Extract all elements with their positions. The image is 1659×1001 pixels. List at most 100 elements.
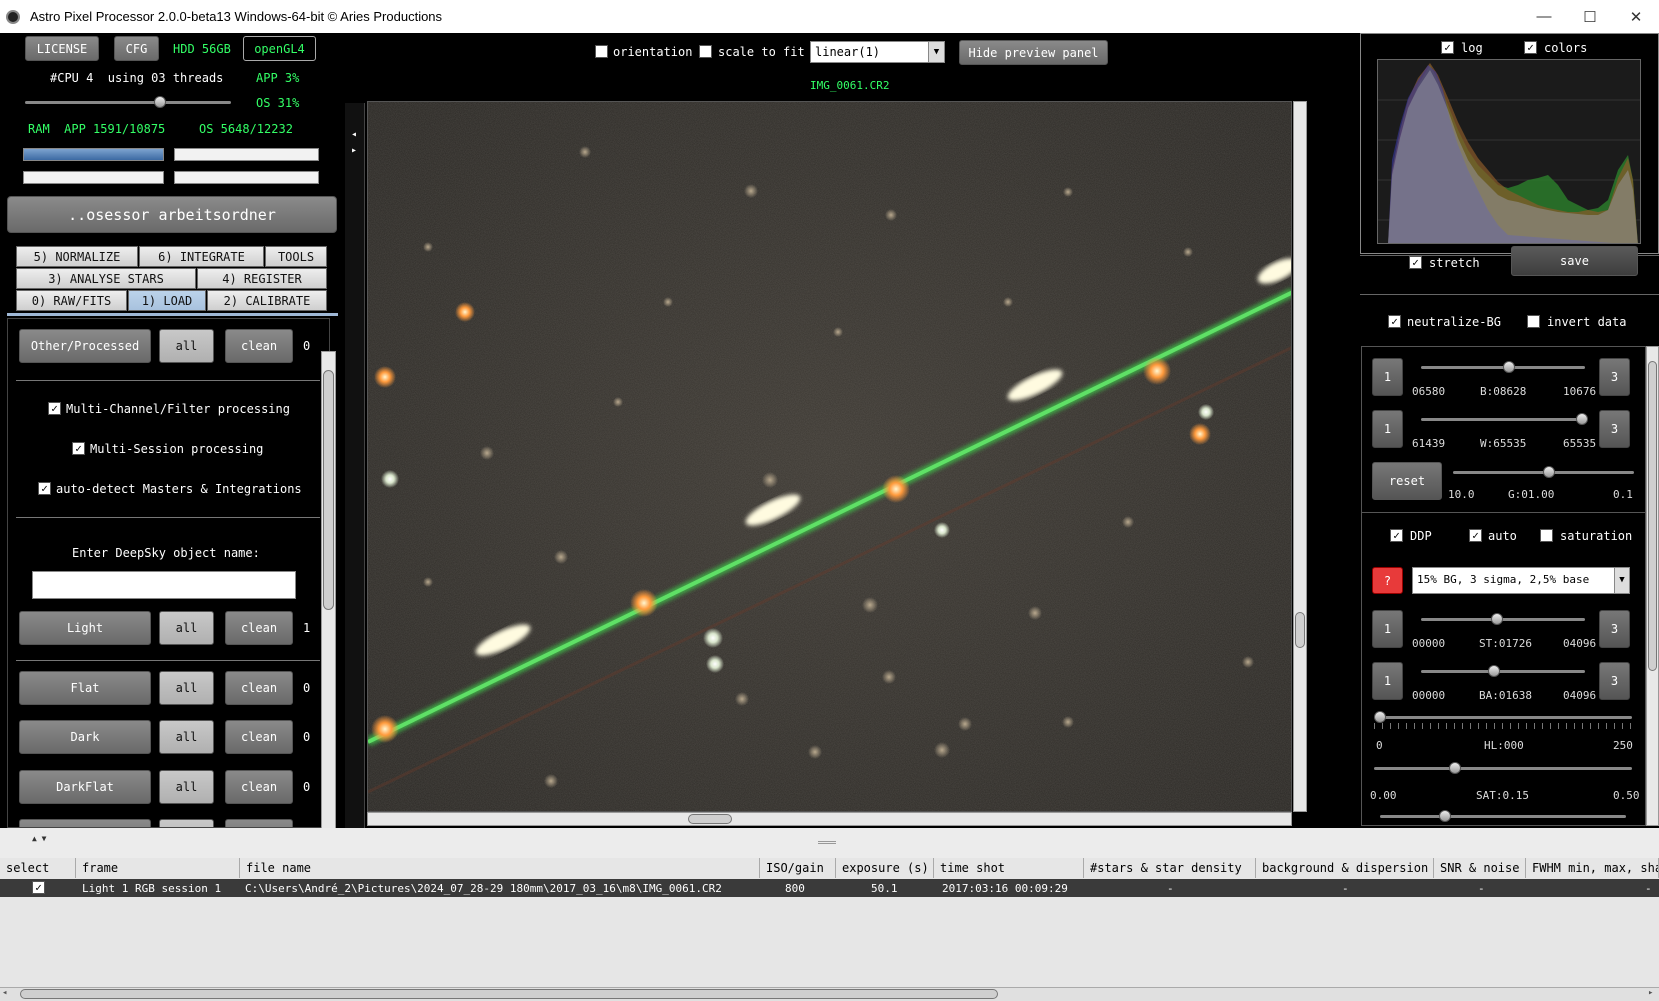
stretch-checkbox[interactable]: ✓ [1409, 256, 1422, 269]
col-exposure[interactable]: exposure (s) [836, 858, 934, 878]
col-stars[interactable]: #stars & star density [1084, 858, 1256, 878]
colors-checkbox[interactable]: ✓ [1524, 41, 1537, 54]
ba-increase-button[interactable]: 3 [1599, 662, 1630, 700]
sat-slider-knob[interactable] [1449, 762, 1461, 774]
neutralize-bg-checkbox[interactable]: ✓ [1388, 315, 1401, 328]
deepsky-input[interactable] [32, 571, 296, 599]
extra-slider-knob[interactable] [1439, 810, 1451, 822]
chevron-down-icon[interactable]: ▼ [1614, 568, 1629, 593]
col-iso[interactable]: ISO/gain [760, 858, 836, 878]
autodetect-checkbox[interactable]: ✓ [38, 482, 51, 495]
bias-button-partial[interactable] [19, 819, 151, 827]
chevron-left-icon[interactable]: ◂ [351, 129, 357, 140]
col-background[interactable]: background & dispersion [1256, 858, 1434, 878]
left-scrollbar[interactable] [321, 351, 336, 861]
darkflat-clean-button[interactable]: clean [225, 770, 293, 804]
multichannel-checkbox[interactable]: ✓ [48, 402, 61, 415]
splitter-arrows-icon[interactable]: ▲ ▼ [32, 834, 46, 843]
b-increase-button[interactable]: 3 [1599, 358, 1630, 396]
table-hscroll[interactable]: ◂ ▸ [0, 987, 1659, 1001]
cfg-button[interactable]: CFG [114, 36, 159, 61]
col-frame[interactable]: frame [76, 858, 240, 878]
chevron-right-icon[interactable]: ▸ [351, 145, 357, 156]
preview-image[interactable] [367, 101, 1292, 812]
ba-decrease-button[interactable]: 1 [1372, 662, 1403, 700]
other-all-button[interactable]: all [159, 329, 214, 363]
splitter-grip-icon[interactable] [818, 841, 836, 844]
ba-slider-knob[interactable] [1488, 665, 1500, 677]
tab-normalize[interactable]: 5) NORMALIZE [16, 246, 138, 267]
hl-slider-knob[interactable] [1374, 711, 1386, 723]
other-processed-button[interactable]: Other/Processed [19, 329, 151, 363]
maximize-button[interactable]: ☐ [1567, 0, 1613, 33]
dark-all-button[interactable]: all [159, 720, 214, 754]
ddp-mode-select[interactable]: 15% BG, 3 sigma, 2,5% base ▼ [1412, 567, 1630, 594]
flat-clean-button[interactable]: clean [225, 671, 293, 705]
invert-data-checkbox[interactable] [1527, 315, 1540, 328]
st-decrease-button[interactable]: 1 [1372, 610, 1403, 648]
preview-vscroll-thumb[interactable] [1295, 612, 1305, 648]
save-button[interactable]: save [1511, 246, 1638, 276]
collapse-panel-strip[interactable]: ◂ ▸ [345, 103, 365, 828]
other-clean-button[interactable]: clean [225, 329, 293, 363]
col-snr[interactable]: SNR & noise [1434, 858, 1526, 878]
darkflat-all-button[interactable]: all [159, 770, 214, 804]
bias-clean-button-partial[interactable] [225, 819, 293, 827]
light-all-button[interactable]: all [159, 611, 214, 645]
col-file-name[interactable]: file name [240, 858, 760, 878]
w-slider[interactable] [1421, 418, 1585, 421]
right-scrollbar-thumb[interactable] [1648, 361, 1657, 671]
b-slider-knob[interactable] [1503, 361, 1515, 373]
st-increase-button[interactable]: 3 [1599, 610, 1630, 648]
opengl-button[interactable]: openGL4 [243, 36, 316, 61]
w-decrease-button[interactable]: 1 [1372, 410, 1403, 448]
w-slider-knob[interactable] [1576, 413, 1588, 425]
st-slider[interactable] [1421, 618, 1585, 621]
tab-load[interactable]: 1) LOAD [128, 290, 206, 311]
left-scrollbar-thumb[interactable] [323, 370, 334, 610]
threads-slider[interactable] [25, 101, 231, 104]
working-directory-button[interactable]: ..osessor arbeitsordner [7, 196, 337, 233]
flat-all-button[interactable]: all [159, 671, 214, 705]
hide-preview-button[interactable]: Hide preview panel [959, 40, 1108, 65]
sat-slider[interactable] [1374, 767, 1632, 770]
row-select-checkbox[interactable]: ✓ [32, 881, 45, 894]
tab-analyse-stars[interactable]: 3) ANALYSE STARS [16, 268, 196, 289]
multisession-checkbox[interactable]: ✓ [72, 442, 85, 455]
stretch-mode-select[interactable]: linear(1) ▼ [810, 41, 945, 63]
col-select[interactable]: select [0, 858, 76, 878]
license-button[interactable]: LICENSE [25, 36, 99, 61]
tab-tools[interactable]: TOOLS [265, 246, 327, 267]
reset-button[interactable]: reset [1372, 462, 1442, 500]
w-increase-button[interactable]: 3 [1599, 410, 1630, 448]
ddp-help-button[interactable]: ? [1372, 567, 1403, 594]
tab-raw-fits[interactable]: 0) RAW/FITS [16, 290, 127, 311]
light-clean-button[interactable]: clean [225, 611, 293, 645]
minimize-button[interactable]: — [1521, 0, 1567, 33]
scale-to-fit-checkbox[interactable] [699, 45, 712, 58]
chevron-down-icon[interactable]: ▼ [928, 42, 944, 62]
ba-slider[interactable] [1421, 670, 1585, 673]
right-scrollbar[interactable] [1646, 346, 1659, 826]
darkflat-button[interactable]: DarkFlat [19, 770, 151, 804]
light-button[interactable]: Light [19, 611, 151, 645]
scroll-right-icon[interactable]: ▸ [1648, 988, 1653, 998]
dark-clean-button[interactable]: clean [225, 720, 293, 754]
log-checkbox[interactable]: ✓ [1441, 41, 1454, 54]
preview-vscroll[interactable] [1293, 101, 1307, 812]
tab-calibrate[interactable]: 2) CALIBRATE [207, 290, 327, 311]
scroll-left-icon[interactable]: ◂ [2, 988, 7, 998]
saturation-checkbox[interactable] [1540, 529, 1553, 542]
bias-all-button-partial[interactable] [159, 819, 214, 827]
st-slider-knob[interactable] [1491, 613, 1503, 625]
ddp-checkbox[interactable]: ✓ [1390, 529, 1403, 542]
dark-button[interactable]: Dark [19, 720, 151, 754]
flat-button[interactable]: Flat [19, 671, 151, 705]
tab-register[interactable]: 4) REGISTER [197, 268, 327, 289]
tab-integrate[interactable]: 6) INTEGRATE [139, 246, 264, 267]
b-decrease-button[interactable]: 1 [1372, 358, 1403, 396]
auto-checkbox[interactable]: ✓ [1469, 529, 1482, 542]
orientation-checkbox[interactable] [595, 45, 608, 58]
preview-hscroll[interactable] [367, 812, 1292, 826]
col-fwhm[interactable]: FWHM min, max, sha [1526, 858, 1659, 878]
